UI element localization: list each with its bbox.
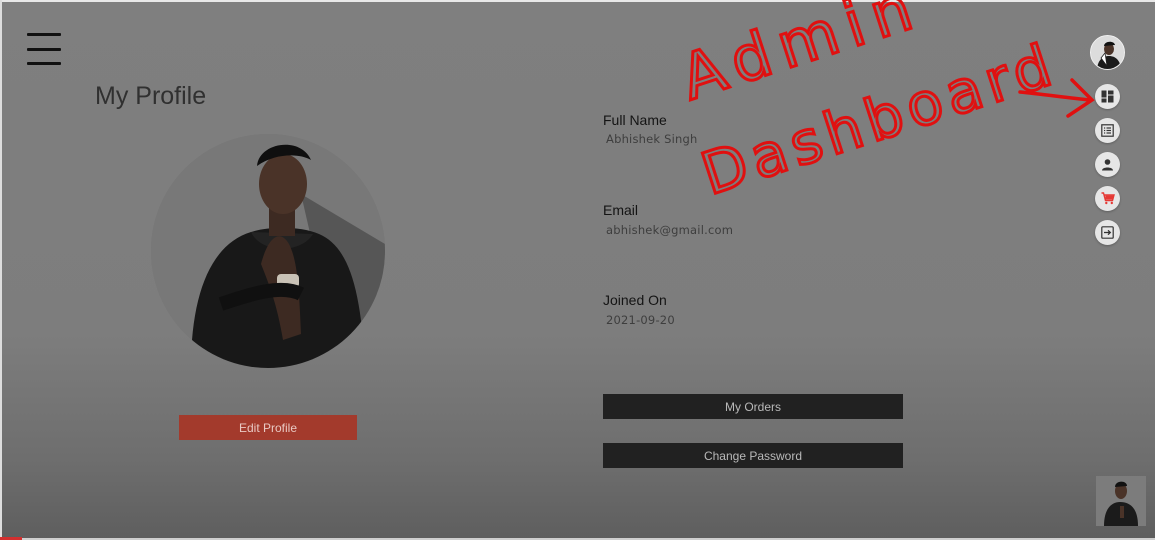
- person-icon: [1102, 159, 1113, 171]
- email-value: abhishek@gmail.com: [606, 223, 734, 237]
- change-password-button[interactable]: Change Password: [603, 443, 903, 468]
- annotation-arrow: [1018, 78, 1095, 118]
- menu-icon-bar: [27, 47, 61, 51]
- annotation-dashboard-text: Dashboard: [693, 30, 1065, 209]
- annotation-admin-text: Admin: [680, 0, 930, 114]
- edit-profile-button[interactable]: Edit Profile: [179, 415, 357, 440]
- full-name-value: Abhishek Singh: [606, 132, 698, 146]
- cart-button[interactable]: [1095, 186, 1120, 211]
- full-name-label: Full Name: [603, 112, 667, 128]
- webcam-image: [1096, 476, 1146, 526]
- logout-button[interactable]: [1095, 220, 1120, 245]
- menu-icon-bar: [27, 33, 61, 36]
- orders-button[interactable]: [1095, 118, 1120, 143]
- menu-icon[interactable]: [27, 33, 61, 65]
- profile-button[interactable]: [1095, 152, 1120, 177]
- joined-on-value: 2021-09-20: [606, 313, 675, 327]
- profile-avatar: [151, 134, 385, 368]
- email-label: Email: [603, 202, 639, 218]
- window-left-edge: [0, 0, 2, 540]
- window-top-edge: [0, 0, 1155, 2]
- orders-list-icon: [1101, 124, 1114, 137]
- joined-on-label: Joined On: [603, 292, 667, 308]
- user-avatar-image: [1091, 36, 1124, 69]
- user-avatar-button[interactable]: [1090, 35, 1125, 70]
- page-title: My Profile: [95, 82, 207, 110]
- cart-icon: [1101, 192, 1115, 205]
- profile-photo: [151, 134, 385, 368]
- logout-icon: [1101, 226, 1114, 239]
- dashboard-button[interactable]: [1095, 84, 1120, 109]
- menu-icon-bar: [27, 62, 61, 65]
- handwritten-annotation: Admin Dashboard: [680, 0, 1095, 210]
- webcam-thumbnail: [1096, 476, 1146, 526]
- my-orders-button[interactable]: My Orders: [603, 394, 903, 419]
- dashboard-icon: [1101, 90, 1114, 103]
